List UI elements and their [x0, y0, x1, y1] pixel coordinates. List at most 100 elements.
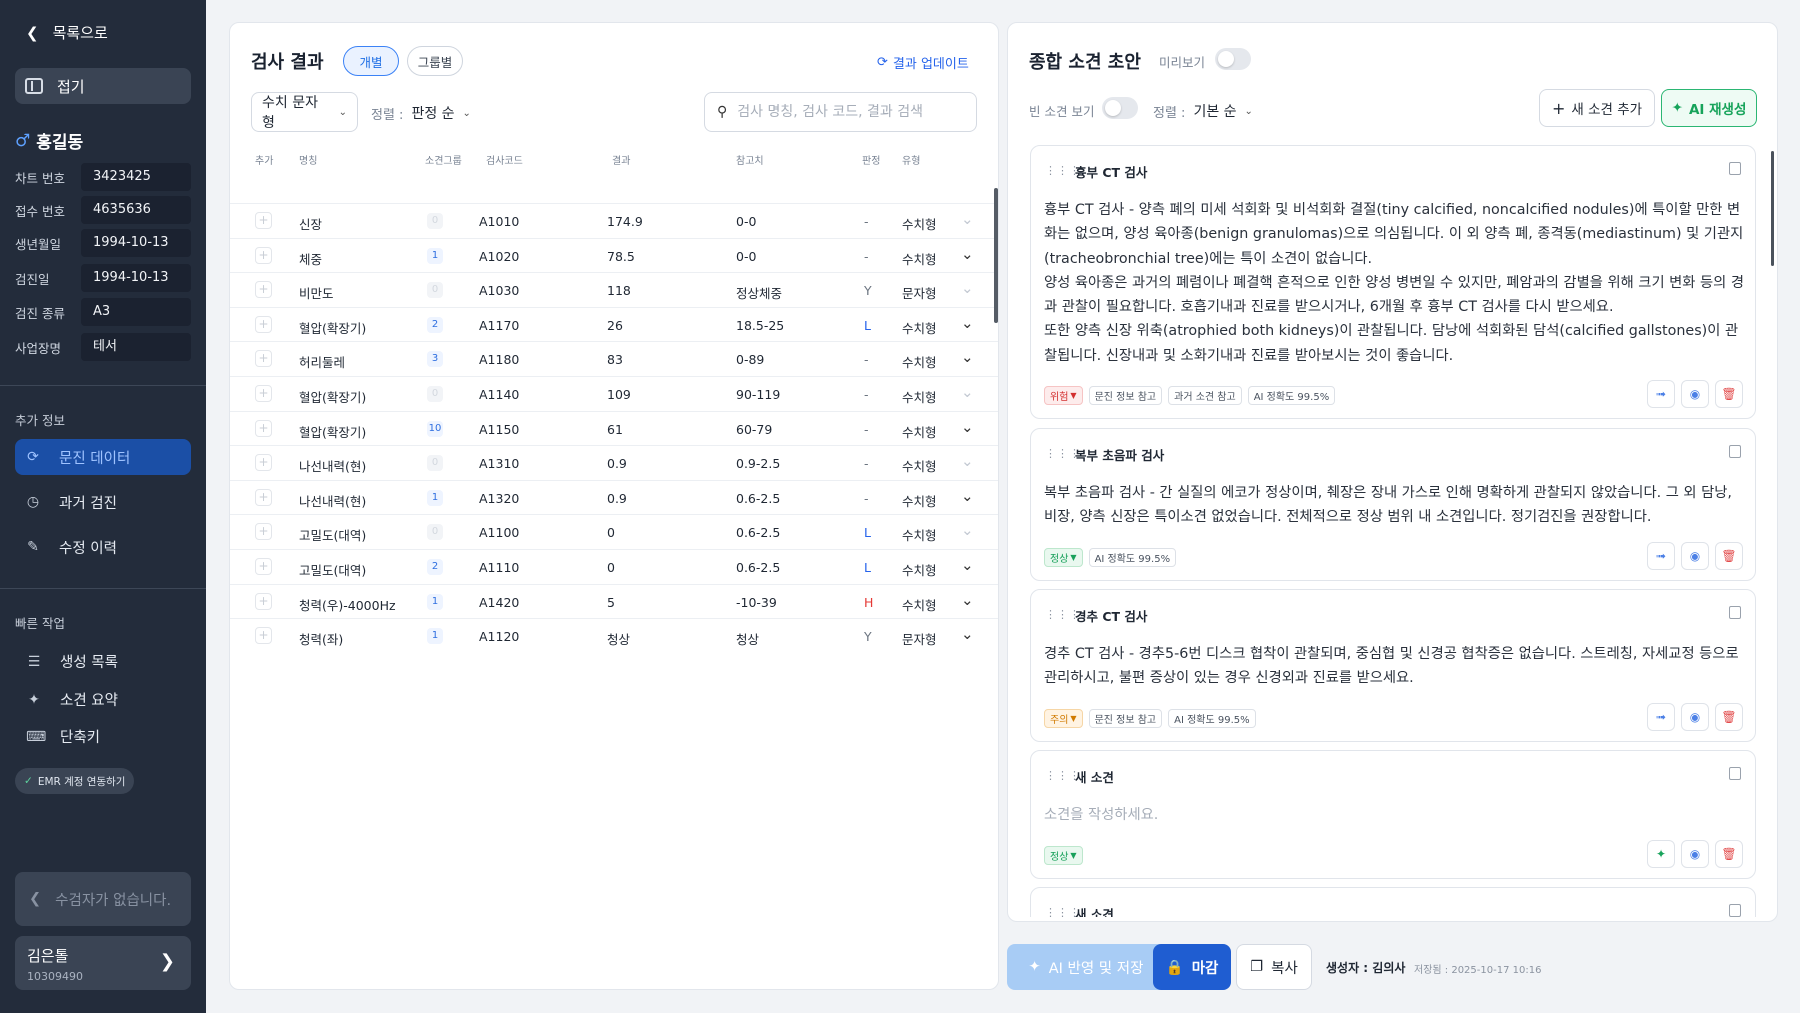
new-finding-card[interactable]: ⋮⋮⋮ 새 소견 — [1030, 887, 1756, 917]
add-finding-button[interactable]: + 새 소견 추가 — [1539, 89, 1655, 127]
table-row[interactable]: + 고밀도(대역) 0 A1100 0 0.6-2.5 L 수치형 ⌄ — [230, 514, 998, 549]
chevron-down-icon[interactable]: ⌄ — [961, 487, 974, 505]
chevron-down-icon[interactable]: ⌄ — [961, 314, 974, 332]
copy-icon[interactable] — [1729, 445, 1741, 458]
brain-icon[interactable]: ◉ — [1681, 840, 1709, 868]
add-checkbox[interactable]: + — [255, 315, 272, 333]
table-row[interactable]: + 혈압(확장기) 0 A1140 109 90-119 - 수치형 ⌄ — [230, 376, 998, 411]
pin-icon[interactable]: ➟ — [1647, 380, 1675, 408]
table-row[interactable]: + 혈압(확장기) 2 A1170 26 18.5-25 L 수치형 ⌄ — [230, 306, 998, 342]
ai-apply-save-button[interactable]: ✦ AI 반영 및 저장 — [1007, 944, 1165, 990]
copy-icon[interactable] — [1729, 904, 1741, 917]
add-checkbox[interactable]: + — [255, 419, 272, 437]
back-to-list-button[interactable]: ❮ 목록으로 — [26, 22, 108, 43]
copy-icon[interactable] — [1729, 162, 1741, 175]
table-row[interactable]: + 청력(좌) 1 A1120 청상 청상 Y 문자형 ⌄ — [230, 618, 998, 653]
brain-icon[interactable]: ◉ — [1681, 703, 1709, 731]
table-row[interactable]: + 신장 0 A1010 174.9 0-0 - 수치형 ⌄ — [230, 203, 998, 238]
copy-icon[interactable] — [1729, 767, 1741, 780]
chevron-down-icon[interactable]: ⌄ — [961, 556, 974, 574]
table-row[interactable]: + 청력(우)-4000Hz 1 A1420 5 -10-39 H 수치형 ⌄ — [230, 583, 998, 619]
status-badge[interactable]: 주의 ▼ — [1044, 709, 1083, 728]
fold-button[interactable]: 접기 — [15, 68, 191, 104]
quick-generated-list[interactable]: ☰ 생성 목록 — [26, 651, 118, 672]
chevron-down-icon[interactable]: ⌄ — [961, 348, 974, 366]
table-scrollbar[interactable] — [994, 188, 998, 323]
chevron-down-icon[interactable]: ⌄ — [961, 591, 974, 609]
chevron-down-icon[interactable]: ⌄ — [961, 279, 974, 297]
trash-icon[interactable]: 🗑 — [1715, 703, 1743, 731]
table-row[interactable]: + 체중 1 A1020 78.5 0-0 - 수치형 ⌄ — [230, 237, 998, 273]
finding-body[interactable]: 복부 초음파 검사 - 간 실질의 에코가 정상이며, 췌장은 장내 가스로 인… — [1044, 481, 1744, 530]
add-checkbox[interactable]: + — [255, 246, 272, 264]
quick-findings-summary[interactable]: ✦ 소견 요약 — [26, 689, 118, 710]
add-checkbox[interactable]: + — [255, 212, 272, 229]
finding-body[interactable]: 경추 CT 검사 - 경추5-6번 디스크 협착이 관찰되며, 중심협 및 신경… — [1044, 642, 1744, 691]
add-checkbox[interactable]: + — [255, 281, 272, 299]
chevron-down-icon[interactable]: ⌄ — [961, 383, 974, 401]
next-patient-button[interactable]: 김은톨 10309490 ❯ — [15, 936, 191, 990]
quick-shortcuts[interactable]: ⌨ 단축키 — [26, 726, 100, 747]
close-button[interactable]: 🔒 마감 — [1153, 944, 1231, 990]
new-finding-card[interactable]: ⋮⋮⋮ 새 소견 소견을 작성하세요. 정상 ▼ ✦ ◉ 🗑 — [1030, 750, 1756, 879]
menu-questionnaire-data[interactable]: ⟳ 문진 데이터 — [15, 439, 191, 475]
update-results-link[interactable]: ⟳ 결과 업데이트 — [877, 53, 969, 72]
tab-individual[interactable]: 개별 — [343, 46, 399, 76]
trash-icon[interactable]: 🗑 — [1715, 542, 1743, 570]
type-select[interactable]: 수치 문자형 ⌄ — [251, 92, 358, 132]
add-checkbox[interactable]: + — [255, 592, 272, 610]
trash-icon[interactable]: 🗑 — [1715, 380, 1743, 408]
add-checkbox[interactable]: + — [255, 523, 272, 541]
table-row[interactable]: + 나선내력(현) 1 A1320 0.9 0.6-2.5 - 수치형 ⌄ — [230, 479, 998, 515]
finding-placeholder[interactable]: 소견을 작성하세요. — [1044, 803, 1744, 827]
ai-regenerate-button[interactable]: ✦ AI 재생성 — [1661, 89, 1757, 127]
trash-icon[interactable]: 🗑 — [1715, 840, 1743, 868]
table-row[interactable]: + 혈압(확장기) 10 A1150 61 60-79 - 수치형 ⌄ — [230, 410, 998, 446]
add-checkbox[interactable]: + — [255, 385, 272, 402]
add-checkbox[interactable]: + — [255, 488, 272, 506]
emr-link-button[interactable]: ✓ EMR 계정 연동하기 — [15, 768, 135, 794]
brain-icon[interactable]: ◉ — [1681, 542, 1709, 570]
table-row[interactable]: + 고밀도(대역) 2 A1110 0 0.6-2.5 L 수치형 ⌄ — [230, 549, 998, 584]
finding-card[interactable]: ⋮⋮⋮ 흉부 CT 검사 흉부 CT 검사 - 양측 폐의 미세 석회화 및 비… — [1030, 145, 1756, 419]
results-search-box[interactable]: ⚲ — [704, 92, 977, 132]
results-sort-select[interactable]: 정렬 : 판정 순 ⌄ — [371, 103, 471, 123]
brain-icon[interactable]: ◉ — [1681, 380, 1709, 408]
empty-findings-toggle[interactable] — [1102, 97, 1138, 119]
wand-icon: ✦ — [28, 691, 40, 708]
chevron-down-icon[interactable]: ⌄ — [961, 418, 974, 436]
chevron-down-icon[interactable]: ⌄ — [961, 625, 974, 643]
menu-edit-history[interactable]: ✎ 수정 이력 — [15, 529, 191, 565]
add-checkbox[interactable]: + — [255, 627, 272, 645]
tab-group[interactable]: 그룹별 — [407, 46, 463, 76]
findings-sort-select[interactable]: 정렬 : 기본 순 ⌄ — [1153, 101, 1253, 121]
copy-icon[interactable] — [1729, 606, 1741, 619]
finding-body[interactable]: 흉부 CT 검사 - 양측 폐의 미세 석회화 및 비석회화 결절(tiny c… — [1044, 198, 1744, 368]
copy-button[interactable]: ❐ 복사 — [1236, 944, 1312, 990]
menu-past-exams[interactable]: ◷ 과거 검진 — [15, 484, 191, 520]
preview-toggle[interactable] — [1215, 48, 1251, 70]
add-checkbox[interactable]: + — [255, 350, 272, 368]
pin-icon[interactable]: ➟ — [1647, 703, 1675, 731]
chevron-down-icon[interactable]: ⌄ — [961, 521, 974, 539]
status-badge[interactable]: 정상 ▼ — [1044, 846, 1083, 865]
table-row[interactable]: + 나선내력(현) 0 A1310 0.9 0.9-2.5 - 수치형 ⌄ — [230, 445, 998, 480]
findings-scrollbar[interactable] — [1771, 151, 1774, 266]
add-checkbox[interactable]: + — [255, 454, 272, 472]
add-checkbox[interactable]: + — [255, 558, 272, 575]
chevron-down-icon[interactable]: ⌄ — [961, 245, 974, 263]
pin-icon[interactable]: ➟ — [1647, 542, 1675, 570]
finding-card[interactable]: ⋮⋮⋮ 복부 초음파 검사 복부 초음파 검사 - 간 실질의 에코가 정상이며… — [1030, 428, 1756, 581]
status-badge[interactable]: 정상 ▼ — [1044, 548, 1083, 567]
sparkle-icon[interactable]: ✦ — [1647, 840, 1675, 868]
search-input[interactable] — [737, 104, 958, 120]
status-badge[interactable]: 위험 ▼ — [1044, 386, 1083, 405]
prev-patient-button[interactable]: ❮ 수검자가 없습니다. — [15, 872, 191, 926]
finding-card[interactable]: ⋮⋮⋮ 경추 CT 검사 경추 CT 검사 - 경추5-6번 디스크 협착이 관… — [1030, 589, 1756, 742]
chevron-down-icon[interactable]: ⌄ — [961, 452, 974, 470]
table-row[interactable]: + 비만도 0 A1030 118 정상체중 Y 문자형 ⌄ — [230, 272, 998, 307]
cell-type: 수치형 — [902, 459, 937, 475]
cell-ref: 18.5-25 — [736, 317, 785, 333]
chevron-down-icon[interactable]: ⌄ — [961, 210, 974, 228]
table-row[interactable]: + 허리둘레 3 A1180 83 0-89 - 수치형 ⌄ — [230, 341, 998, 376]
